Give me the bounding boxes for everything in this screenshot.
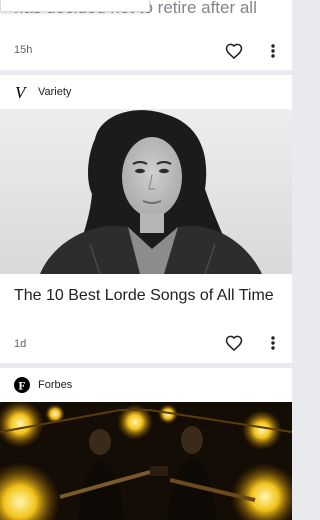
article-image[interactable] — [0, 109, 292, 274]
more-vert-icon[interactable] — [265, 41, 281, 61]
svg-text:V: V — [15, 84, 28, 100]
article-headline[interactable]: The 10 Best Lorde Songs of All Time — [14, 285, 276, 307]
source-name: Forbes — [38, 379, 73, 391]
article-age: 15h — [14, 44, 33, 56]
source-row[interactable]: V Variety — [14, 75, 71, 109]
news-card-forbes[interactable]: F Forbes — [0, 368, 292, 520]
source-row[interactable]: F Forbes — [14, 368, 72, 402]
news-card-variety[interactable]: V Variety The 10 Best Lorde Songs of All… — [0, 75, 292, 363]
source-name: Variety — [38, 86, 72, 98]
svg-text:F: F — [18, 380, 25, 392]
heart-icon[interactable] — [224, 41, 244, 61]
heart-icon[interactable] — [224, 333, 244, 353]
more-vert-icon[interactable] — [265, 333, 281, 353]
forbes-logo-icon: F — [14, 377, 30, 393]
popup-bottom-edge — [0, 0, 150, 12]
article-image[interactable] — [0, 402, 292, 520]
variety-logo-icon: V — [14, 84, 30, 100]
article-age: 1d — [14, 338, 27, 350]
news-card-previous[interactable]: has decided not to retire after all 15h — [0, 0, 292, 70]
